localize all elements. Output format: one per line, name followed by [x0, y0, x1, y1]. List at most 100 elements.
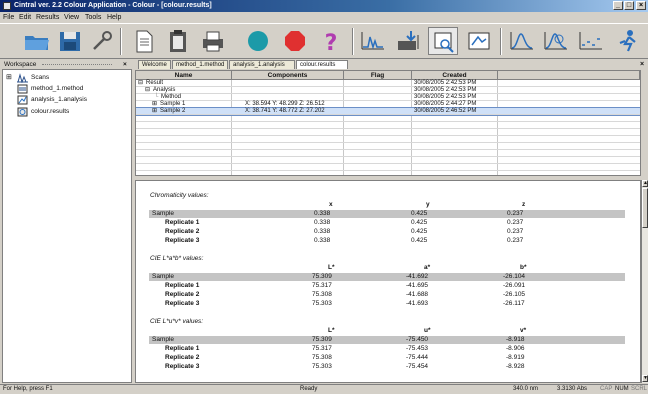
table-row[interactable]: └ Method 30/08/2005 2:42:53 PM — [136, 94, 640, 101]
menu-edit[interactable]: Edit — [19, 12, 31, 23]
row-created: 30/08/2005 2:46:52 PM — [414, 108, 477, 114]
value-cell: 0.237 — [507, 237, 524, 244]
menu-tools[interactable]: Tools — [85, 12, 101, 23]
scroll-down-button[interactable]: ▼ — [642, 375, 648, 382]
sample-row-highlight — [149, 336, 625, 344]
menu-help[interactable]: Help — [107, 12, 121, 23]
open-folder-icon[interactable] — [22, 27, 52, 55]
wrench-icon[interactable] — [87, 27, 117, 55]
window-title: Cintral ver. 2.2 Colour Application - Co… — [14, 2, 212, 9]
method-icon — [17, 84, 28, 94]
run-icon[interactable] — [614, 27, 644, 55]
save-disk-icon[interactable] — [55, 27, 85, 55]
table-row-empty — [136, 150, 640, 157]
results-icon — [17, 107, 28, 117]
row-label: Sample — [152, 273, 175, 280]
column-header-flag[interactable]: Flag — [344, 71, 412, 80]
column-header-created[interactable]: Created — [412, 71, 498, 80]
value-cell: -8.919 — [506, 354, 525, 361]
paste-icon[interactable] — [163, 27, 193, 55]
column-header-name[interactable]: Name — [136, 71, 232, 80]
status-scrl-indicator: SCRL — [631, 386, 648, 392]
table-row[interactable]: ⊟ Analysis 30/08/2005 2:42:53 PM — [136, 87, 640, 94]
spectrum-marker-icon[interactable] — [541, 27, 571, 55]
row-created: 30/08/2005 2:44:27 PM — [414, 101, 477, 107]
svg-text:?: ? — [325, 31, 338, 55]
tab-analysis[interactable]: analysis_1.analysis — [229, 60, 295, 69]
cyan-circle-icon[interactable] — [243, 27, 273, 55]
row-label: Replicate 1 — [165, 219, 200, 226]
value-cell: -75.450 — [406, 336, 429, 343]
menu-file[interactable]: File — [3, 12, 14, 23]
help-question-icon[interactable]: ? — [316, 27, 346, 55]
row-expand-icon[interactable]: ⊞ — [152, 101, 157, 108]
row-components: X: 38.741 Y: 48.772 Z: 27.202 — [245, 108, 325, 114]
table-row-selected[interactable]: ⊞ Sample 2 X: 38.741 Y: 48.772 Z: 27.202… — [136, 107, 640, 116]
row-label: Replicate 2 — [165, 354, 200, 361]
red-stop-icon[interactable] — [280, 27, 310, 55]
row-expand-icon[interactable]: ⊟ — [138, 80, 143, 87]
select-view-icon[interactable] — [428, 27, 458, 55]
expand-icon[interactable]: ⊞ — [6, 72, 12, 84]
value-cell: -41.688 — [406, 291, 429, 298]
row-name: Sample 1 — [160, 101, 186, 107]
tab-close-button[interactable]: × — [640, 60, 644, 69]
tab-method[interactable]: method_1.method — [172, 60, 228, 69]
report-scrollbar[interactable]: ▲ ▼ — [641, 180, 648, 383]
table-row-empty — [136, 157, 640, 164]
toolbar-separator — [120, 28, 122, 55]
table-row[interactable]: ⊞ Sample 1 X: 38.594 Y: 48.299 Z: 26.512… — [136, 101, 640, 108]
value-cell: 75.309 — [312, 336, 332, 343]
report-view: Chromaticity values: x y z Sample 0.338 … — [135, 180, 641, 383]
row-expand-icon[interactable]: ⊟ — [145, 87, 150, 94]
value-cell: 0.237 — [507, 228, 524, 235]
value-cell: -41.695 — [406, 282, 429, 289]
tab-colour-results[interactable]: colour.results — [296, 60, 348, 69]
value-cell: -26.105 — [503, 291, 526, 298]
value-cell: -75.454 — [406, 363, 429, 370]
value-cell: -26.117 — [503, 300, 525, 307]
row-name: Method — [161, 94, 182, 100]
scroll-thumb[interactable] — [642, 188, 648, 228]
print-icon[interactable] — [198, 27, 228, 55]
menu-view[interactable]: View — [64, 12, 79, 23]
scroll-up-button[interactable]: ▲ — [642, 180, 648, 187]
column-header: v* — [520, 327, 527, 334]
value-cell: 75.308 — [312, 291, 332, 298]
row-label: Replicate 3 — [165, 237, 200, 244]
spectrum-icon[interactable] — [507, 27, 537, 55]
sample-row-highlight — [149, 210, 625, 218]
close-window-button[interactable]: × — [636, 1, 646, 10]
zoom-window-icon[interactable] — [464, 27, 494, 55]
status-help-text: For Help, press F1 — [3, 386, 53, 392]
title-bar: Cintral ver. 2.2 Colour Application - Co… — [0, 0, 648, 12]
tree-connector-icon: └ — [154, 94, 159, 100]
maximize-button[interactable]: □ — [624, 1, 634, 10]
column-header-components[interactable]: Components — [232, 71, 344, 80]
sample-row-highlight — [149, 273, 625, 281]
value-cell: -8.928 — [506, 363, 525, 370]
tab-welcome[interactable]: Welcome — [138, 60, 171, 69]
section-title-lab: CIE L*a*b* values: — [150, 255, 204, 262]
export-data-icon[interactable] — [394, 27, 424, 55]
tree-item-label: colour.results — [31, 108, 70, 115]
value-cell: -8.906 — [506, 345, 525, 352]
value-cell: 0.237 — [507, 219, 524, 226]
dotted-chart-icon[interactable] — [576, 27, 606, 55]
menu-results[interactable]: Results — [36, 12, 59, 23]
value-cell: -26.104 — [503, 273, 526, 280]
value-cell: 75.303 — [312, 300, 332, 307]
value-cell: 75.317 — [312, 345, 332, 352]
new-document-icon[interactable] — [129, 27, 159, 55]
value-cell: 75.317 — [312, 282, 332, 289]
workspace-close-button[interactable]: × — [123, 60, 127, 69]
scans-icon — [17, 73, 28, 83]
document-tabs: Welcome method_1.method analysis_1.analy… — [134, 60, 648, 69]
workspace-header-grip — [42, 64, 112, 66]
minimize-button[interactable]: _ — [613, 1, 623, 10]
row-expand-icon[interactable]: ⊞ — [152, 108, 157, 115]
status-state: Ready — [300, 386, 318, 392]
peak-chart-icon[interactable] — [358, 27, 388, 55]
table-row[interactable]: ⊟ Result 30/08/2005 2:42:53 PM — [136, 80, 640, 87]
row-name: Analysis — [153, 87, 176, 93]
